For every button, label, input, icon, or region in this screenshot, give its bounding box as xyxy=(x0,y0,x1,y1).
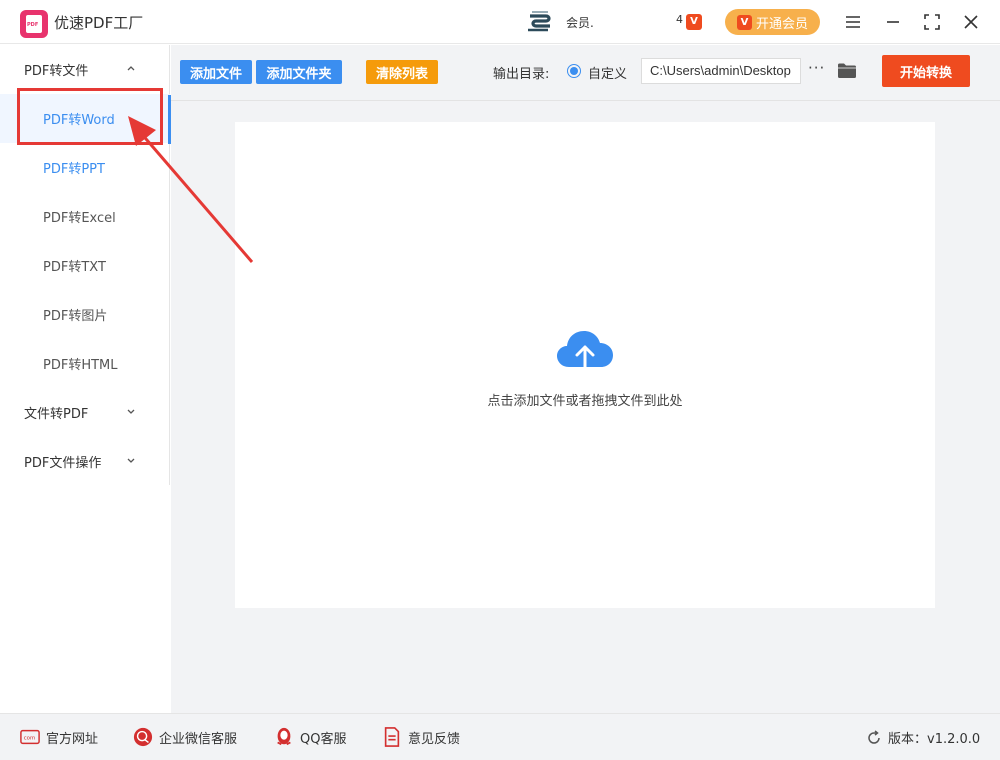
menu-button[interactable] xyxy=(841,10,865,34)
title-bar: PDF 优速PDF工厂 会员. 4 V V 开通会员 xyxy=(0,0,1000,44)
toolbar: 添加文件 添加文件夹 清除列表 输出目录: 自定义 C:\Users\admin… xyxy=(171,45,1000,101)
main-panel: 添加文件 添加文件夹 清除列表 输出目录: 自定义 C:\Users\admin… xyxy=(171,45,1000,713)
chevron-down-icon xyxy=(127,409,135,414)
app-logo-icon: PDF xyxy=(20,10,48,38)
cloud-upload-icon xyxy=(557,331,613,379)
maximize-icon xyxy=(924,14,940,30)
wechat-service-label: 企业微信客服 xyxy=(159,731,238,747)
vip-badge-icon: V xyxy=(686,14,702,30)
sidebar-item-pdf-to-image[interactable]: PDF转图片 xyxy=(0,290,170,339)
user-name[interactable]: 会员. xyxy=(566,14,594,31)
sidebar-group-file-to-pdf[interactable]: 文件转PDF xyxy=(0,388,170,437)
file-drop-zone[interactable]: 点击添加文件或者拖拽文件到此处 xyxy=(235,122,935,608)
sidebar-item-pdf-to-txt[interactable]: PDF转TXT xyxy=(0,241,170,290)
footer: com 官方网址 企业微信客服 QQ客服 意见反馈 版本：v1.2.0.0 xyxy=(0,713,1000,760)
minimize-icon xyxy=(887,21,899,23)
open-vip-button[interactable]: V 开通会员 xyxy=(725,9,820,35)
chevron-down-icon xyxy=(127,458,135,463)
sidebar-group-label: 文件转PDF xyxy=(24,407,89,422)
output-path-input[interactable]: C:\Users\admin\Desktop xyxy=(641,58,801,84)
sidebar-group-label: PDF转文件 xyxy=(24,64,89,79)
sidebar-item-label: PDF转Word xyxy=(43,113,115,128)
feedback-icon xyxy=(384,727,400,747)
wechat-icon xyxy=(133,727,153,747)
wechat-service-link[interactable]: 企业微信客服 xyxy=(133,727,237,747)
output-dir-label: 输出目录: xyxy=(493,67,550,82)
app-title: 优速PDF工厂 xyxy=(54,14,144,32)
feedback-link[interactable]: 意见反馈 xyxy=(382,727,460,747)
svg-text:com: com xyxy=(24,736,36,742)
user-avatar-icon[interactable] xyxy=(526,10,556,36)
qq-service-label: QQ客服 xyxy=(300,731,347,747)
vip-level-text: 4 xyxy=(676,13,683,26)
sidebar-item-label: PDF转PPT xyxy=(43,162,105,177)
sidebar-item-pdf-to-html[interactable]: PDF转HTML xyxy=(0,339,170,388)
start-convert-button[interactable]: 开始转换 xyxy=(882,55,970,87)
qq-icon xyxy=(277,727,291,746)
sidebar-item-pdf-to-ppt[interactable]: PDF转PPT xyxy=(0,143,170,192)
folder-icon[interactable] xyxy=(837,62,857,79)
version-info[interactable]: 版本：v1.2.0.0 xyxy=(866,728,980,747)
sidebar-item-label: PDF转HTML xyxy=(43,358,118,373)
close-button[interactable] xyxy=(959,10,983,34)
official-website-label: 官方网址 xyxy=(46,731,99,747)
official-website-link[interactable]: com 官方网址 xyxy=(20,727,98,747)
add-folder-button[interactable]: 添加文件夹 xyxy=(256,60,342,84)
sidebar-group-label: PDF文件操作 xyxy=(24,456,102,471)
minimize-button[interactable] xyxy=(881,10,905,34)
custom-dir-radio[interactable] xyxy=(567,64,581,78)
website-icon: com xyxy=(20,729,40,745)
open-vip-label: 开通会员 xyxy=(755,16,808,32)
more-options-button[interactable]: ··· xyxy=(808,59,825,77)
chevron-up-icon xyxy=(127,66,135,71)
sidebar: PDF转文件 PDF转Word PDF转PPT PDF转Excel PDF转TX… xyxy=(0,45,170,485)
version-label: 版本：v1.2.0.0 xyxy=(888,732,981,747)
sidebar-group-pdf-operations[interactable]: PDF文件操作 xyxy=(0,437,170,486)
sidebar-item-label: PDF转图片 xyxy=(43,309,108,324)
custom-dir-label[interactable]: 自定义 xyxy=(588,63,627,82)
logo-text: PDF xyxy=(27,22,39,28)
close-icon xyxy=(964,15,978,29)
drop-hint-text: 点击添加文件或者拖拽文件到此处 xyxy=(487,394,683,409)
maximize-button[interactable] xyxy=(920,10,944,34)
clear-list-button[interactable]: 清除列表 xyxy=(366,60,438,84)
sidebar-group-pdf-to-file[interactable]: PDF转文件 xyxy=(0,45,170,94)
add-file-button[interactable]: 添加文件 xyxy=(180,60,252,84)
vip-icon: V xyxy=(736,14,752,30)
refresh-icon xyxy=(868,729,880,744)
sidebar-item-pdf-to-word[interactable]: PDF转Word xyxy=(0,94,170,143)
sidebar-item-pdf-to-excel[interactable]: PDF转Excel xyxy=(0,192,170,241)
qq-service-link[interactable]: QQ客服 xyxy=(274,727,346,747)
hamburger-menu-icon xyxy=(846,16,860,28)
sidebar-item-label: PDF转TXT xyxy=(43,260,106,275)
sidebar-item-label: PDF转Excel xyxy=(43,211,116,226)
feedback-label: 意见反馈 xyxy=(408,731,461,747)
